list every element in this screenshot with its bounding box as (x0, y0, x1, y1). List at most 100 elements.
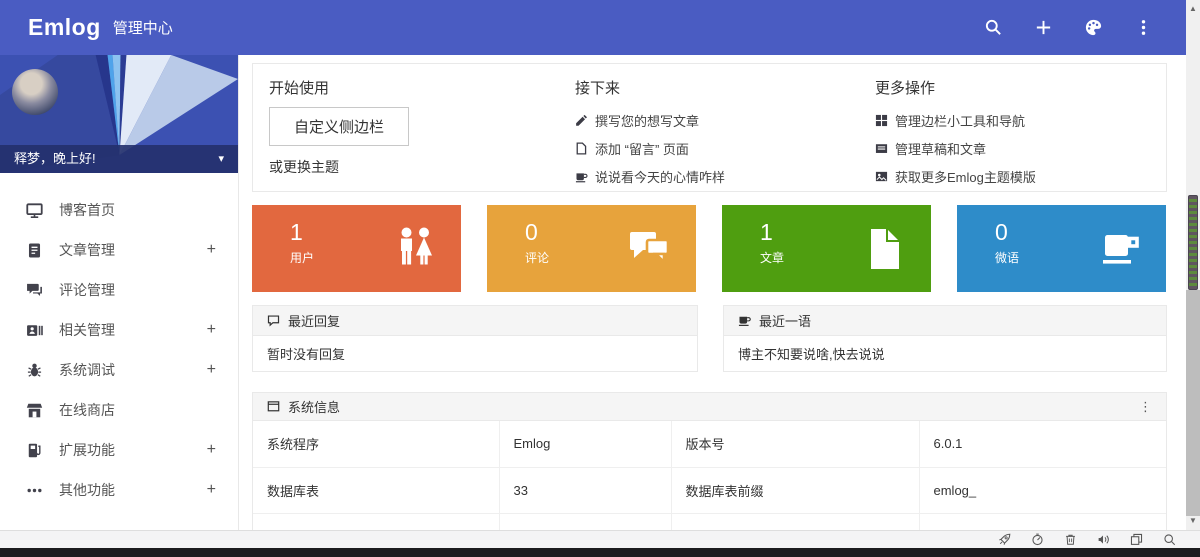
customize-sidebar-button[interactable]: 自定义侧边栏 (269, 107, 409, 146)
trash-icon[interactable] (1064, 533, 1077, 546)
sidebar-item-label: 文章管理 (59, 240, 115, 260)
expand-icon[interactable]: + (207, 322, 216, 338)
sidebar-item-label: 博客首页 (59, 200, 115, 220)
info-value: Emlog (499, 421, 671, 467)
sidebar-item-debug[interactable]: 系统调试 + (0, 350, 238, 390)
monitor-icon (26, 202, 43, 219)
sidebar-item-related[interactable]: 相关管理 + (0, 310, 238, 350)
info-key: 数据库表 (253, 467, 499, 513)
recent-whisper-title: 最近一语 (759, 311, 811, 330)
profile-banner: 释梦，晚上好! ▾ (0, 55, 238, 173)
bug-icon (26, 362, 43, 379)
write-article-link[interactable]: 撰写您的想写文章 (575, 106, 875, 134)
user-avatar[interactable] (12, 69, 58, 115)
get-themes-link[interactable]: 获取更多Emlog主题模版 (875, 162, 1166, 190)
stat-card-articles[interactable]: 1 文章 (722, 205, 931, 292)
volume-icon[interactable] (1097, 533, 1110, 546)
kebab-icon[interactable] (1134, 18, 1153, 37)
scroll-up-icon[interactable]: ▲ (1186, 4, 1200, 13)
ellipsis-icon (26, 482, 43, 499)
sidebar-item-store[interactable]: 在线商店 (0, 390, 238, 430)
drafts-icon (875, 142, 888, 155)
taskbar-strip (0, 548, 1200, 557)
emlog-admin-app: Emlog 管理中心 (0, 0, 1200, 557)
sidebar-item-extensions[interactable]: 扩展功能 + (0, 430, 238, 470)
link-label: 添加 “留言” 页面 (595, 139, 689, 158)
emlog-logo[interactable]: Emlog (28, 14, 101, 41)
link-label: 撰写您的想写文章 (595, 111, 699, 130)
stat-card-comments[interactable]: 0 评论 (487, 205, 696, 292)
sidebar-item-other[interactable]: 其他功能 + (0, 470, 238, 510)
scrollbar[interactable]: ▲ ▼ (1186, 0, 1200, 530)
chat-bubbles-icon (626, 225, 674, 273)
palette-icon[interactable] (1084, 18, 1103, 37)
next-steps-column: 接下来 撰写您的想写文章 添加 “留言” 页面 (575, 77, 875, 191)
sidebar-item-label: 相关管理 (59, 320, 115, 340)
stat-card-whispers[interactable]: 0 微语 (957, 205, 1166, 292)
stat-card-users[interactable]: 1 用户 (252, 205, 461, 292)
quickstart-panel: 开始使用 自定义侧边栏 或更换主题 接下来 撰写您的想写文章 添加 “ (252, 63, 1167, 192)
link-label: 管理草稿和文章 (895, 139, 986, 158)
recent-whisper-panel: 最近一语 博主不知要说啥,快去说说 (723, 305, 1167, 372)
sidebar-item-label: 其他功能 (59, 480, 115, 500)
manage-widgets-link[interactable]: 管理边栏小工具和导航 (875, 106, 1166, 134)
change-theme-link[interactable]: 或更换主题 (269, 157, 575, 177)
table-row: 数据库表 33 数据库表前缀 emlog_ (253, 467, 1166, 513)
sidebar-item-comments[interactable]: 评论管理 (0, 270, 238, 310)
info-value: 6.0.1 (919, 421, 1166, 467)
add-guestbook-page-link[interactable]: 添加 “留言” 页面 (575, 134, 875, 162)
widgets-icon (875, 114, 888, 127)
manage-drafts-link[interactable]: 管理草稿和文章 (875, 134, 1166, 162)
sidebar-item-label: 扩展功能 (59, 440, 115, 460)
scrollbar-track-lower[interactable] (1186, 290, 1200, 516)
zoom-icon[interactable] (1163, 533, 1176, 546)
recent-replies-header: 最近回复 (253, 306, 697, 336)
system-info-title: 系统信息 (288, 397, 340, 416)
store-icon (26, 402, 43, 419)
greeting-text: 释梦，晚上好! (14, 145, 96, 173)
sidebar: 释梦，晚上好! ▾ 博客首页 文章管理 + (0, 55, 239, 530)
article-icon (26, 242, 43, 259)
add-icon[interactable] (1034, 18, 1053, 37)
getting-started-column: 开始使用 自定义侧边栏 或更换主题 (269, 77, 575, 191)
mood-cup-icon (575, 170, 588, 183)
system-info-header: 系统信息 ⋮ (253, 393, 1166, 421)
expand-icon[interactable]: + (207, 242, 216, 258)
recent-replies-panel: 最近回复 暂时没有回复 (252, 305, 698, 372)
rocket-icon[interactable] (998, 533, 1011, 546)
themes-icon (875, 170, 888, 183)
link-label: 获取更多Emlog主题模版 (895, 167, 1036, 186)
panel-menu-icon[interactable]: ⋮ (1139, 399, 1152, 415)
system-info-panel: 系统信息 ⋮ 系统程序 Emlog 版本号 6.0.1 数据库表 33 数据库表… (252, 392, 1167, 538)
windows-icon[interactable] (1130, 533, 1143, 546)
search-icon[interactable] (984, 18, 1003, 37)
user-greeting[interactable]: 释梦，晚上好! ▾ (0, 145, 238, 173)
next-steps-title: 接下来 (575, 77, 875, 98)
info-key: 版本号 (671, 421, 919, 467)
expand-icon[interactable]: + (207, 482, 216, 498)
info-key: 数据库表前缀 (671, 467, 919, 513)
window-icon (267, 400, 280, 413)
page-icon (575, 142, 588, 155)
getting-started-title: 开始使用 (269, 77, 575, 98)
scrollbar-thumb[interactable] (1188, 195, 1198, 290)
recent-replies-body: 暂时没有回复 (253, 336, 697, 371)
scroll-down-icon[interactable]: ▼ (1186, 516, 1200, 525)
comments-icon (26, 282, 43, 299)
navbar-actions (984, 18, 1153, 37)
info-value: 33 (499, 467, 671, 513)
sidebar-item-label: 在线商店 (59, 400, 115, 420)
caret-down-icon[interactable]: ▾ (218, 145, 224, 173)
speed-icon[interactable] (1031, 533, 1044, 546)
expand-icon[interactable]: + (207, 442, 216, 458)
sidebar-item-articles[interactable]: 文章管理 + (0, 230, 238, 270)
sidebar-item-home[interactable]: 博客首页 (0, 190, 238, 230)
expand-icon[interactable]: + (207, 362, 216, 378)
users-icon (391, 225, 439, 273)
sidebar-item-label: 系统调试 (59, 360, 115, 380)
stat-cards-row: 1 用户 0 评论 1 (252, 205, 1167, 292)
browser-toolbar (0, 530, 1200, 548)
teacup-icon (1096, 225, 1144, 273)
info-key: 系统程序 (253, 421, 499, 467)
post-mood-link[interactable]: 说说看今天的心情咋样 (575, 162, 875, 190)
